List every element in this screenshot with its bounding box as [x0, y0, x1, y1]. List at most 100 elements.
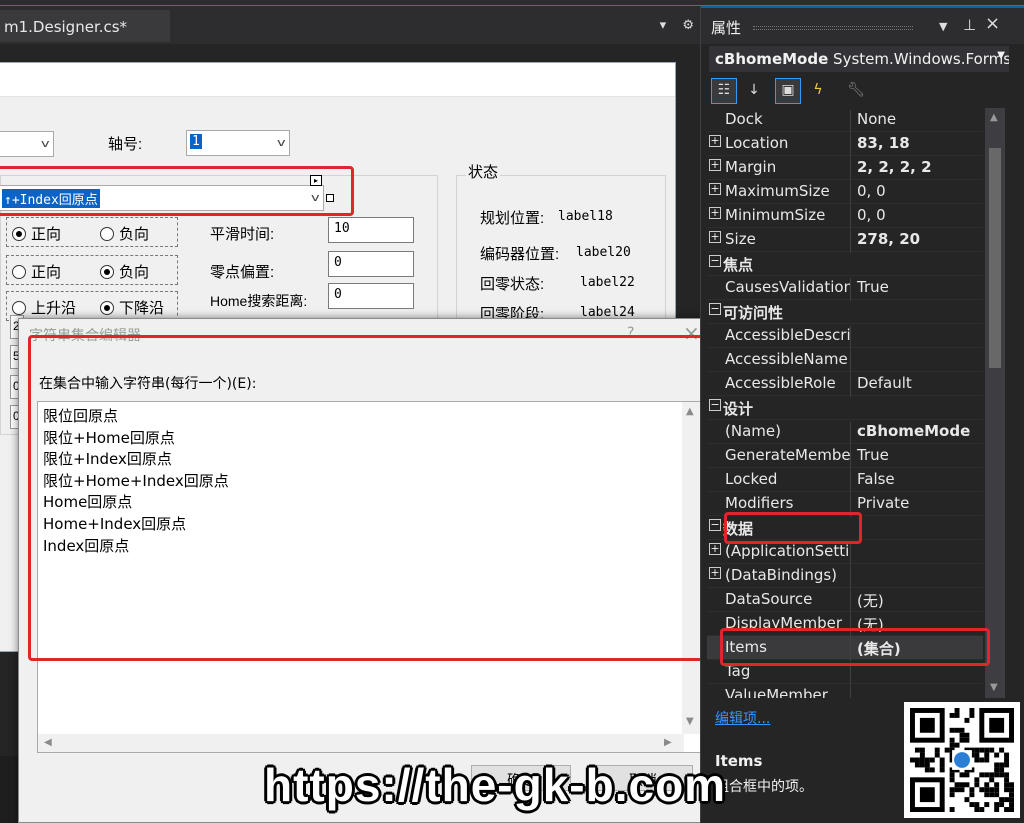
property-row[interactable]: Modifiers Private [707, 492, 983, 517]
property-row[interactable]: DisplayMember (无) [707, 612, 983, 637]
pane-dropdown-icon[interactable]: ▼ [939, 20, 947, 33]
radio-negative-1[interactable]: 负向 [100, 223, 149, 244]
qr-logo-icon [954, 752, 970, 768]
property-value[interactable]: cBhomeMode [850, 422, 983, 445]
tab-dropdown-icon[interactable]: ▾ [660, 18, 667, 33]
scroll-up-icon[interactable]: ▲ [686, 406, 694, 417]
property-row[interactable]: Locked False [707, 468, 983, 493]
property-row[interactable]: Items (集合) [707, 636, 983, 661]
property-value[interactable]: False [850, 470, 983, 493]
expand-icon[interactable]: + [709, 567, 721, 579]
property-value[interactable]: (无) [850, 614, 983, 637]
textarea-horizontal-scrollbar[interactable]: ◀ ▶ [38, 734, 684, 752]
categorized-icon[interactable]: ☷ [711, 78, 737, 104]
scroll-thumb[interactable] [989, 148, 1001, 368]
object-selector[interactable]: cBhomeMode System.Windows.Forms.ComboBox… [709, 46, 1009, 72]
expand-icon[interactable]: + [709, 135, 721, 147]
property-row[interactable]: + (DataBindings) [707, 564, 983, 589]
pin-icon[interactable]: ⊥ [963, 16, 976, 34]
axis-combobox[interactable]: 1v [186, 130, 290, 156]
property-pages-icon[interactable]: 🔧︎ [843, 78, 869, 104]
property-value[interactable]: 2, 2, 2, 2 [850, 158, 983, 181]
resize-handle[interactable] [326, 194, 334, 202]
property-value[interactable]: None [850, 110, 983, 133]
property-row[interactable]: ValueMember [707, 684, 983, 698]
expand-icon[interactable]: + [709, 231, 721, 243]
property-name: ValueMember [725, 686, 828, 698]
edit-items-link[interactable]: 编辑项... [715, 708, 770, 728]
property-category[interactable]: − 可访问性 [707, 300, 983, 324]
home-search-distance-input[interactable]: 0 [328, 283, 414, 309]
radio-positive-2[interactable]: 正向 [12, 261, 61, 282]
scroll-up-icon[interactable]: ▲ [990, 112, 998, 123]
properties-icon[interactable]: ▣ [775, 78, 801, 104]
radio-falling-edge[interactable]: 下降沿 [100, 297, 164, 318]
property-value[interactable]: 0, 0 [850, 182, 983, 205]
zero-offset-input[interactable]: 0 [328, 251, 414, 277]
property-row[interactable]: (Name) cBhomeMode [707, 420, 983, 445]
property-value[interactable] [850, 350, 983, 373]
property-value[interactable] [850, 662, 983, 685]
property-value[interactable]: (集合) [850, 638, 983, 661]
scroll-down-icon[interactable]: ▼ [686, 716, 694, 727]
events-icon[interactable]: ϟ [805, 78, 831, 104]
expand-icon[interactable]: + [709, 207, 721, 219]
smart-tag-glyph[interactable]: ▸ [310, 175, 322, 186]
property-value[interactable]: True [850, 446, 983, 469]
property-row[interactable]: + Size 278, 20 [707, 228, 983, 253]
collapse-icon[interactable]: − [709, 519, 721, 531]
property-value[interactable] [850, 566, 983, 589]
property-grid-scrollbar[interactable]: ▲ ▼ [985, 108, 1005, 698]
property-row[interactable]: + Margin 2, 2, 2, 2 [707, 156, 983, 181]
property-value[interactable]: Private [850, 494, 983, 517]
property-row[interactable]: AccessibleRole Default [707, 372, 983, 397]
property-row[interactable]: + (ApplicationSettings) [707, 540, 983, 565]
radio-positive-1[interactable]: 正向 [12, 223, 61, 244]
property-value[interactable] [850, 686, 983, 698]
close-icon[interactable]: × [683, 321, 700, 345]
collapse-icon[interactable]: − [709, 303, 721, 315]
property-row[interactable]: Tag [707, 660, 983, 685]
property-value[interactable]: (无) [850, 590, 983, 613]
property-row[interactable]: + Location 83, 18 [707, 132, 983, 157]
property-value[interactable]: 0, 0 [850, 206, 983, 229]
property-value[interactable] [850, 326, 983, 349]
smooth-time-input[interactable]: 10 [328, 217, 414, 243]
scroll-left-icon[interactable]: ◀ [44, 737, 52, 748]
tab-designer-file[interactable]: m1.Designer.cs* [0, 10, 170, 42]
property-value[interactable]: True [850, 278, 983, 301]
property-value[interactable]: Default [850, 374, 983, 397]
left-combobox[interactable]: v [0, 131, 54, 157]
property-value[interactable]: 83, 18 [850, 134, 983, 157]
homemode-combobox[interactable]: ↑+Index回原点 v [0, 185, 324, 211]
strings-textarea[interactable]: 限位回原点 限位+Home回原点 限位+Index回原点 限位+Home+Ind… [37, 401, 701, 753]
property-category[interactable]: − 设计 [707, 396, 983, 420]
property-row[interactable]: GenerateMember True [707, 444, 983, 469]
property-row[interactable]: AccessibleDescription [707, 324, 983, 349]
property-name: (ApplicationSettings) [725, 542, 851, 560]
property-row[interactable]: Dock None [707, 108, 983, 133]
scroll-right-icon[interactable]: ▶ [664, 737, 672, 748]
property-row[interactable]: + MaximumSize 0, 0 [707, 180, 983, 205]
expand-icon[interactable]: + [709, 543, 721, 555]
property-value[interactable]: 278, 20 [850, 230, 983, 253]
radio-dot-icon [100, 226, 114, 241]
expand-icon[interactable]: + [709, 159, 721, 171]
property-row[interactable]: CausesValidation True [707, 276, 983, 301]
gear-icon[interactable]: ⚙ [682, 18, 694, 33]
property-row[interactable]: DataSource (无) [707, 588, 983, 613]
collapse-icon[interactable]: − [709, 399, 721, 411]
help-icon[interactable]: ? [627, 325, 634, 341]
property-category[interactable]: − 数据 [707, 516, 983, 540]
radio-negative-2[interactable]: 负向 [100, 261, 149, 282]
close-icon[interactable]: × [985, 13, 1000, 34]
scroll-down-icon[interactable]: ▼ [990, 682, 998, 693]
alphabetical-icon[interactable]: ↓ [741, 78, 767, 104]
property-row[interactable]: + MinimumSize 0, 0 [707, 204, 983, 229]
property-category[interactable]: − 焦点 [707, 252, 983, 276]
expand-icon[interactable]: + [709, 183, 721, 195]
collapse-icon[interactable]: − [709, 255, 721, 267]
textarea-vertical-scrollbar[interactable]: ▲ ▼ [682, 402, 700, 734]
property-value[interactable] [850, 542, 983, 565]
property-row[interactable]: AccessibleName [707, 348, 983, 373]
